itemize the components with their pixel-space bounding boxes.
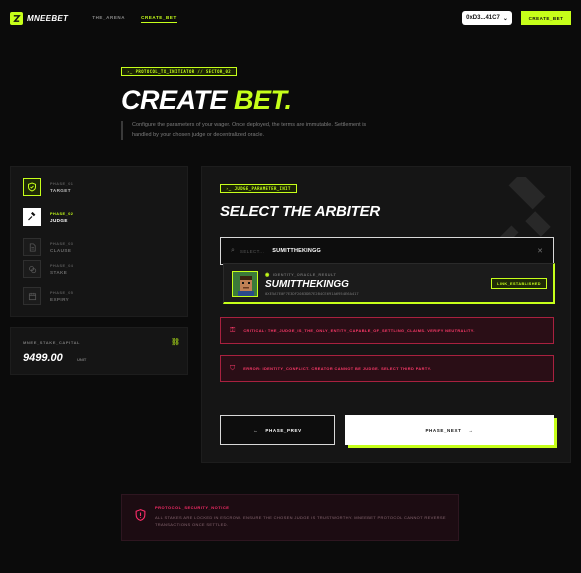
error-alert-text: ERROR: IDENTITY_CONFLICT. CREATOR CANNOT… xyxy=(243,366,432,371)
phase-item-target[interactable]: PHASE_01 TARGET xyxy=(23,178,73,196)
arrow-left-icon: ← xyxy=(253,427,259,433)
judge-name: SUMITTHEKINGG xyxy=(265,279,349,290)
page-title-accent: BET. xyxy=(234,85,292,115)
verified-icon: ◉ xyxy=(265,272,270,278)
clear-search-icon[interactable]: ✕ xyxy=(537,247,543,255)
error-alert: ⛉ ERROR: IDENTITY_CONFLICT. CREATOR CANN… xyxy=(220,355,554,382)
section-title: SELECT THE ARBITER xyxy=(220,203,381,220)
logo-icon xyxy=(10,11,23,25)
link-status-badge: LINK_ESTABLISHED xyxy=(491,278,547,289)
identity-label: IDENTITY_ORACLE_RESULT xyxy=(272,273,337,277)
phase-stepper: PHASE_01 TARGET PHASE_02 JUDGE PHASE_03 … xyxy=(10,166,188,317)
search-placeholder: SELECT... xyxy=(239,248,265,254)
phase-name: EXPIRY xyxy=(50,296,70,302)
hero-tag-label: PROTOCOL_TX_INITIATOR // SECTOR_02 xyxy=(135,69,232,74)
create-bet-button[interactable]: CREATE_BET xyxy=(521,11,571,25)
phase-number: PHASE_04 xyxy=(50,263,74,268)
capital-label: MNEE_STAKE_CAPITAL xyxy=(23,340,81,345)
section-tag: ›_ JUDGE_PARAMETER_INIT xyxy=(220,184,297,193)
arrow-right-icon: → xyxy=(468,427,474,433)
phase-number: PHASE_01 xyxy=(50,181,74,186)
hero-description: Configure the parameters of your wager. … xyxy=(121,121,371,140)
judge-search-input[interactable]: ⌕ SELECT... SUMITTHEKINGG ✕ xyxy=(220,237,554,265)
phase-name: CLAUSE xyxy=(50,247,72,253)
notice-title: PROTOCOL_SECURITY_NOTICE xyxy=(155,505,230,510)
brand-name: MNEEBET xyxy=(27,13,69,23)
phase-item-expiry[interactable]: PHASE_05 EXPIRY xyxy=(23,287,73,305)
phase-number: PHASE_02 xyxy=(50,211,74,216)
security-notice: PROTOCOL_SECURITY_NOTICE ALL STAKES ARE … xyxy=(121,494,459,541)
phase-item-stake[interactable]: PHASE_04 STAKE xyxy=(23,260,73,278)
phase-next-button[interactable]: PHASE_NEXT → xyxy=(345,415,554,445)
critical-alert-text: CRITICAL: THE_JUDGE_IS_THE_ONLY_ENTITY_C… xyxy=(243,328,475,333)
judge-result-card[interactable]: ◉ IDENTITY_ORACLE_RESULT SUMITTHEKINGG 0… xyxy=(223,263,555,304)
wallet-button[interactable]: 0xD3...41C7 ⌄ xyxy=(462,11,512,25)
search-value: SUMITTHEKINGG xyxy=(272,248,322,254)
page-title-main: CREATE xyxy=(121,85,228,115)
hero-tag: ›_ PROTOCOL_TX_INITIATOR // SECTOR_02 xyxy=(121,67,238,76)
identity-label-row: ◉ IDENTITY_ORACLE_RESULT xyxy=(265,272,336,278)
key-icon: ⚿ xyxy=(230,326,236,334)
terminal-icon: ›_ xyxy=(226,186,232,191)
phase-item-clause[interactable]: PHASE_03 CLAUSE xyxy=(23,238,73,256)
shield-warning-icon xyxy=(135,509,146,524)
section-tag-label: JUDGE_PARAMETER_INIT xyxy=(234,186,291,191)
avatar xyxy=(232,271,258,297)
judge-selection-card: ›_ JUDGE_PARAMETER_INIT SELECT THE ARBIT… xyxy=(201,166,571,463)
notice-text: ALL STAKES ARE LOCKED IN ESCROW. ENSURE … xyxy=(155,515,446,527)
phase-next-label: PHASE_NEXT xyxy=(425,427,462,433)
capital-value: 9499.00 xyxy=(23,352,63,364)
terminal-icon: ›_ xyxy=(127,69,133,74)
phase-name: TARGET xyxy=(50,187,71,193)
phase-name: STAKE xyxy=(50,269,68,275)
coins-icon xyxy=(23,260,41,278)
page-title: CREATE BET. xyxy=(121,85,292,116)
nav-link-arena[interactable]: THE_ARENA xyxy=(92,13,125,23)
capital-unit: UNIT xyxy=(77,357,87,362)
phase-number: PHASE_03 xyxy=(50,241,74,246)
shield-alert-icon: ⛉ xyxy=(230,364,236,372)
chevron-down-icon: ⌄ xyxy=(502,15,508,22)
gavel-icon xyxy=(23,208,41,226)
nav-link-create-bet[interactable]: CREATE_BET xyxy=(141,13,177,23)
link-icon: ⛓ xyxy=(171,339,180,346)
shield-icon xyxy=(23,178,41,196)
phase-item-judge[interactable]: PHASE_02 JUDGE xyxy=(23,208,73,226)
calendar-icon xyxy=(23,287,41,305)
brand-logo[interactable]: MNEEBET xyxy=(10,11,69,25)
phase-name: JUDGE xyxy=(50,217,68,223)
stake-capital-card: MNEE_STAKE_CAPITAL ⛓ 9499.00 UNIT xyxy=(10,327,188,375)
document-icon xyxy=(23,238,41,256)
phase-prev-button[interactable]: ← PHASE_PREV xyxy=(220,415,335,445)
judge-address: 0XE5A7E0F7E3DF2083DB7E2B4CE691A6954E6A41… xyxy=(265,291,359,296)
phase-prev-label: PHASE_PREV xyxy=(265,427,302,433)
wallet-address: 0xD3...41C7 xyxy=(466,15,500,21)
search-icon: ⌕ xyxy=(231,247,235,254)
critical-alert: ⚿ CRITICAL: THE_JUDGE_IS_THE_ONLY_ENTITY… xyxy=(220,317,554,344)
phase-number: PHASE_05 xyxy=(50,290,74,295)
